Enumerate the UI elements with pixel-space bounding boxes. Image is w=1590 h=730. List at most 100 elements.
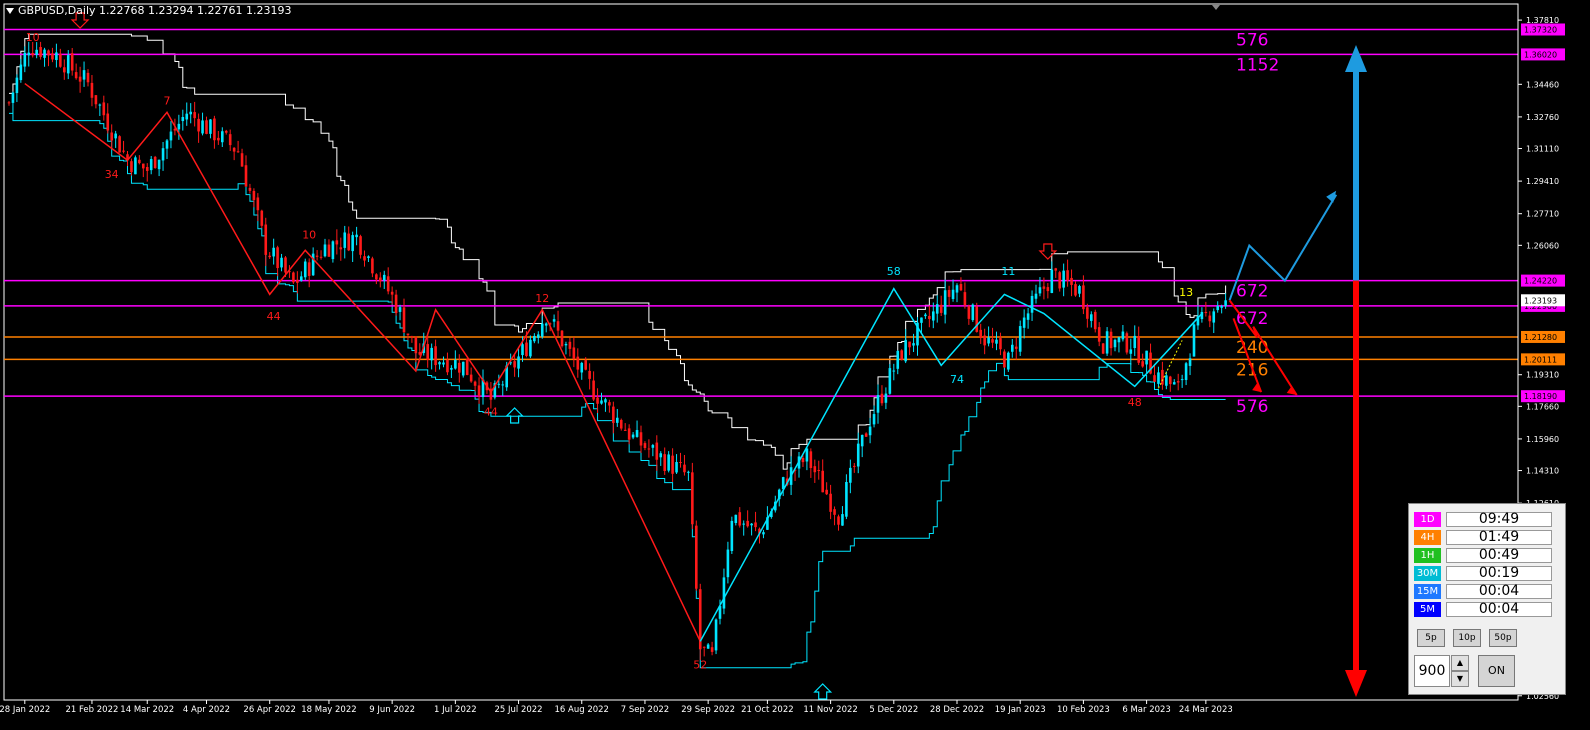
candle-body xyxy=(477,385,481,396)
candle-body xyxy=(1086,307,1089,319)
candle-body xyxy=(600,400,603,404)
dropdown-icon[interactable] xyxy=(6,8,14,14)
candle-body xyxy=(280,257,283,268)
time-remaining: 01:49 xyxy=(1446,530,1552,545)
spin-up-icon[interactable]: ▲ xyxy=(1451,655,1469,671)
y-tick-label: 1.14310 xyxy=(1526,467,1559,476)
x-tick-label: 4 Apr 2022 xyxy=(183,705,230,715)
candle-body xyxy=(90,82,94,98)
candle-body xyxy=(825,489,828,495)
candle-body xyxy=(165,140,169,149)
candle-body xyxy=(47,50,50,56)
candle-body xyxy=(35,49,38,56)
candle-body xyxy=(983,335,986,346)
time-remaining: 00:49 xyxy=(1446,548,1552,563)
candle-body xyxy=(702,646,706,648)
candle-body xyxy=(122,150,125,152)
candle-body xyxy=(568,341,572,349)
candle-body xyxy=(450,367,453,370)
candle-body xyxy=(734,514,738,523)
tf-label: 15M xyxy=(1414,584,1441,599)
swing-count-label: 34 xyxy=(105,168,119,181)
candle-body xyxy=(663,454,666,471)
candle-body xyxy=(70,53,74,71)
candle-body xyxy=(11,92,15,103)
candle-body xyxy=(556,321,560,331)
timer-row-30m: 30M 00:19 xyxy=(1414,566,1562,581)
price-chart[interactable]: 5761152672672240216576103474410441252587… xyxy=(0,0,1590,730)
candle-body xyxy=(529,339,532,357)
button-5p[interactable]: 5p xyxy=(1417,629,1445,647)
button-10p[interactable]: 10p xyxy=(1453,629,1481,647)
candle-body xyxy=(521,344,524,356)
candle-body xyxy=(552,319,556,322)
candle-body xyxy=(497,383,501,385)
chart-frame xyxy=(3,3,1519,701)
candle-body xyxy=(695,525,698,589)
candle-body xyxy=(300,276,303,281)
chart-header: GBPUSD,Daily 1.22768 1.23294 1.22761 1.2… xyxy=(6,4,292,17)
candle-body xyxy=(94,95,98,105)
button-50p[interactable]: 50p xyxy=(1489,629,1517,647)
candle-body xyxy=(1169,376,1172,385)
candle-body xyxy=(276,247,279,269)
candle-body xyxy=(860,434,864,447)
candle-body xyxy=(351,235,354,252)
on-button[interactable]: ON xyxy=(1478,655,1515,687)
timer-row-5m: 5M 00:04 xyxy=(1414,602,1562,617)
x-tick-label: 19 Jan 2023 xyxy=(995,705,1046,715)
candle-body xyxy=(671,455,674,474)
candle-body xyxy=(892,370,896,372)
candle-body xyxy=(647,448,651,450)
candle-body xyxy=(924,314,927,317)
y-tick-label: 1.26060 xyxy=(1526,241,1559,250)
candle-body xyxy=(1058,272,1061,289)
candle-body xyxy=(145,167,149,171)
level-price-tag-label: 1.18190 xyxy=(1524,392,1557,401)
step-value-input[interactable]: 900 xyxy=(1414,655,1450,687)
candle-body xyxy=(1184,363,1188,380)
candle-body xyxy=(343,232,347,248)
candle-body xyxy=(991,339,994,343)
swing-count-label: 12 xyxy=(535,292,549,305)
candle-body xyxy=(943,290,947,315)
projection-arrowhead xyxy=(1326,190,1337,203)
candle-body xyxy=(655,442,659,460)
candle-body xyxy=(86,72,90,83)
candle-body xyxy=(185,113,189,120)
candle-body xyxy=(801,457,805,463)
candle-body xyxy=(19,64,23,81)
candle-body xyxy=(446,359,449,373)
y-tick-label: 1.32760 xyxy=(1526,113,1559,122)
candle-body xyxy=(1113,339,1117,348)
candle-body xyxy=(596,397,599,404)
level-count-label: 576 xyxy=(1236,30,1268,50)
candle-body xyxy=(1093,311,1097,330)
candle-body xyxy=(1125,333,1129,353)
candle-body xyxy=(434,346,437,366)
x-tick-label: 6 Mar 2023 xyxy=(1122,705,1170,715)
candle-body xyxy=(394,294,398,314)
candle-body xyxy=(631,434,635,438)
x-tick-label: 29 Sep 2022 xyxy=(681,705,735,715)
candle-body xyxy=(106,113,110,131)
spin-down-icon[interactable]: ▼ xyxy=(1451,671,1469,687)
candle-body xyxy=(1141,361,1144,367)
candle-body xyxy=(201,120,204,134)
timer-row-4h: 4H 01:49 xyxy=(1414,530,1562,545)
candle-body xyxy=(635,430,639,437)
time-remaining: 00:04 xyxy=(1446,602,1552,617)
candle-body xyxy=(224,130,228,133)
candle-body xyxy=(7,102,11,104)
candle-body xyxy=(1078,286,1081,294)
big-up-arrow-icon xyxy=(1345,45,1367,72)
candle-body xyxy=(347,233,350,251)
candle-body xyxy=(1161,369,1164,385)
candle-body xyxy=(1038,287,1042,294)
candle-body xyxy=(651,445,655,448)
spinner: ▲ ▼ xyxy=(1451,655,1469,687)
candle-body xyxy=(323,244,327,257)
candle-body xyxy=(928,315,931,320)
candle-body xyxy=(1157,372,1160,384)
candle-body xyxy=(303,261,307,278)
